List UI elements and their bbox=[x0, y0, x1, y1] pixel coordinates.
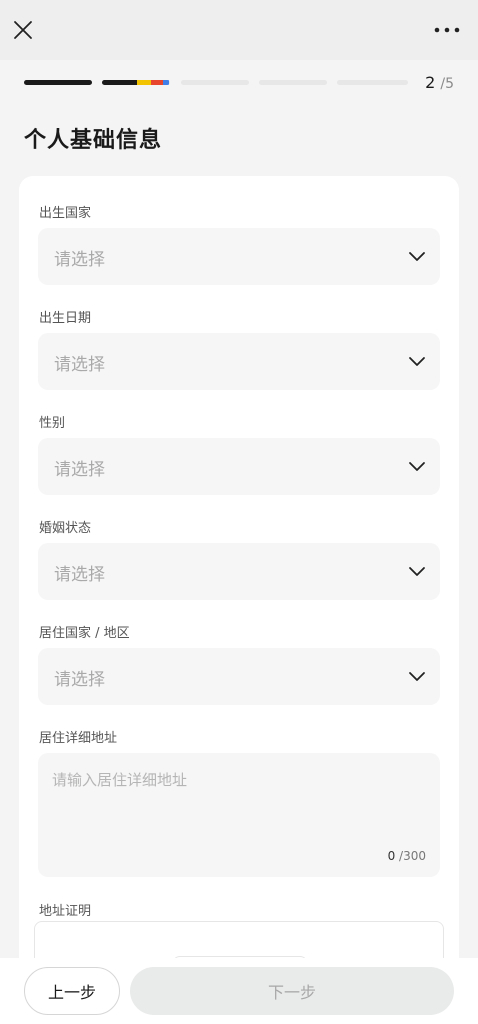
progress-segment-4 bbox=[259, 80, 327, 85]
field-label-birth-date: 出生日期 bbox=[39, 311, 92, 326]
chevron-down-icon bbox=[409, 462, 425, 471]
birth-country-select[interactable]: 请选择 bbox=[38, 228, 440, 285]
chevron-down-icon bbox=[409, 252, 425, 261]
select-placeholder: 请选择 bbox=[54, 355, 105, 375]
progress-segment-3 bbox=[181, 80, 249, 85]
progress-segment-5 bbox=[337, 80, 408, 85]
next-step-button[interactable]: 下一步 bbox=[130, 967, 454, 1015]
step-progress bbox=[24, 80, 408, 86]
step-current: 2 bbox=[425, 73, 436, 92]
step-total: /5 bbox=[440, 76, 454, 92]
field-label-residence-country: 居住国家 / 地区 bbox=[39, 626, 130, 641]
form-card: 出生国家 请选择 出生日期 请选择 性别 请选择 婚姻状态 请选择 居住国家 /… bbox=[19, 176, 459, 991]
chevron-down-icon bbox=[409, 567, 425, 576]
birth-date-select[interactable]: 请选择 bbox=[38, 333, 440, 390]
field-label-birth-country: 出生国家 bbox=[39, 206, 92, 221]
char-counter: 0 /300 bbox=[388, 849, 426, 863]
more-icon[interactable] bbox=[434, 26, 460, 34]
select-placeholder: 请选择 bbox=[54, 250, 105, 270]
bottom-bar: 上一步 下一步 bbox=[0, 958, 478, 1024]
marital-status-select[interactable]: 请选择 bbox=[38, 543, 440, 600]
chevron-down-icon bbox=[409, 672, 425, 681]
field-label-address-proof: 地址证明 bbox=[39, 904, 92, 919]
select-placeholder: 请选择 bbox=[54, 670, 105, 690]
field-label-address: 居住详细地址 bbox=[39, 731, 118, 746]
residence-country-select[interactable]: 请选择 bbox=[38, 648, 440, 705]
close-icon[interactable] bbox=[12, 19, 34, 41]
address-textarea[interactable] bbox=[38, 753, 440, 877]
char-max: /300 bbox=[399, 849, 426, 863]
top-bar bbox=[0, 0, 478, 60]
progress-segment-2-fill bbox=[102, 80, 169, 85]
chevron-down-icon bbox=[409, 357, 425, 366]
char-count: 0 bbox=[387, 849, 396, 863]
select-placeholder: 请选择 bbox=[54, 460, 105, 480]
progress-segment-1 bbox=[24, 80, 92, 85]
field-label-gender: 性别 bbox=[39, 416, 66, 431]
field-label-marital-status: 婚姻状态 bbox=[39, 521, 92, 536]
previous-step-button[interactable]: 上一步 bbox=[24, 967, 120, 1015]
select-placeholder: 请选择 bbox=[54, 565, 105, 585]
address-field-wrapper: 0 /300 bbox=[38, 753, 440, 877]
gender-select[interactable]: 请选择 bbox=[38, 438, 440, 495]
step-counter: 2 /5 bbox=[425, 73, 454, 92]
progress-segment-2 bbox=[102, 80, 170, 85]
page-title: 个人基础信息 bbox=[24, 128, 163, 153]
